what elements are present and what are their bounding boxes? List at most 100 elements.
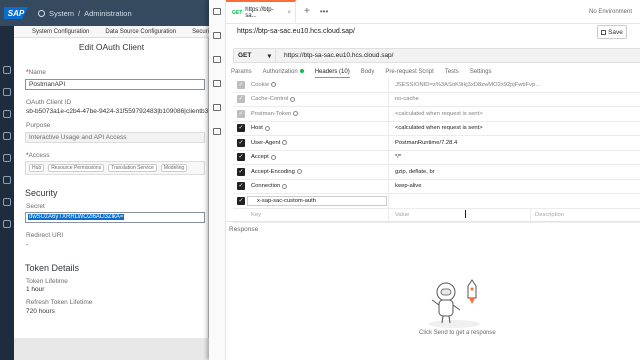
tab-body[interactable]: Body	[361, 69, 375, 78]
token-details-heading: Token Details	[25, 263, 80, 273]
info-icon[interactable]	[264, 125, 270, 131]
astronaut-illustration-icon	[428, 279, 480, 328]
header-key: User-Agent	[251, 139, 281, 146]
save-button[interactable]: Save	[597, 25, 627, 39]
info-icon[interactable]	[271, 82, 277, 88]
nav-stories-icon[interactable]	[3, 110, 11, 118]
tab-data-source-configuration[interactable]: Data Source Configuration	[105, 29, 176, 35]
nav-files-icon[interactable]	[3, 88, 11, 96]
scope-token[interactable]: Hub	[29, 164, 45, 172]
row-checkbox[interactable]: ✓	[237, 196, 245, 205]
method-select[interactable]: GET ▾	[234, 49, 276, 62]
home-icon[interactable]	[38, 9, 45, 17]
name-label: Name	[26, 69, 46, 76]
header-value: <calculated when request is sent>	[395, 110, 483, 117]
info-icon[interactable]	[296, 169, 302, 175]
description-input[interactable]: Description	[535, 212, 564, 218]
info-icon[interactable]	[282, 140, 288, 146]
nav-home-icon[interactable]	[3, 66, 11, 74]
request-tab[interactable]: GET https://btp-sa... ×	[226, 0, 296, 24]
more-icon[interactable]: •••	[320, 7, 328, 16]
scope-token[interactable]: Resource Permissions	[48, 164, 105, 172]
row-checkbox[interactable]: ✓	[237, 182, 245, 191]
breadcrumb-system[interactable]: System	[49, 9, 74, 18]
tab-system-configuration[interactable]: System Configuration	[32, 29, 89, 35]
nav-planning-icon[interactable]	[3, 154, 11, 162]
info-icon[interactable]	[270, 154, 276, 160]
header-value: no-cache	[395, 96, 419, 103]
response-divider	[226, 221, 640, 222]
admin-tabs: System Configuration Data Source Configu…	[14, 26, 214, 38]
dialog-footer	[14, 338, 209, 360]
nav-data-icon[interactable]	[3, 198, 11, 206]
tab-headers[interactable]: Headers (10)	[314, 69, 350, 78]
row-checkbox[interactable]: ✓	[237, 80, 245, 89]
name-input[interactable]: PostmanAPI	[25, 79, 205, 90]
row-checkbox[interactable]: ✓	[237, 153, 245, 162]
tab-security[interactable]: Securi	[192, 29, 209, 35]
row-checkbox[interactable]: ✓	[237, 109, 245, 118]
mock-servers-icon[interactable]	[213, 80, 221, 87]
tab-params[interactable]: Params	[231, 69, 252, 78]
secret-field[interactable]: dwSUzA6yTXRRLWO2l6ALl3ZlkA=	[25, 212, 205, 223]
token-lifetime-value: 1 hour	[26, 286, 45, 293]
redirect-uri-label: Redirect URI	[26, 232, 64, 239]
purpose-select[interactable]: Interactive Usage and API Access	[25, 132, 205, 143]
save-label: Save	[608, 28, 623, 36]
table-row: ✓ Cookie JSESSIONID=s%3ASoK9ikj3xD8zwMO2x9…	[233, 78, 640, 93]
breadcrumb: System / Administration	[38, 9, 132, 18]
header-key: Cache-Control	[251, 96, 289, 103]
apis-icon[interactable]	[213, 32, 221, 39]
sap-logo: SAP	[4, 7, 28, 19]
header-value: PostmanRuntime/7.28.4	[395, 139, 458, 146]
scope-token[interactable]: Modeling	[160, 164, 188, 172]
secret-selected-text: dwSUzA6yTXRRLWO2l6ALl3ZlkA=	[28, 214, 125, 220]
table-row: ✓ Host <calculated when request is sent>	[233, 121, 640, 136]
header-key: Postman-Token	[251, 110, 292, 117]
header-key: x-sap-sac-custom-auth	[257, 197, 316, 204]
tab-label: https://btp-sa...	[245, 6, 274, 19]
environments-icon[interactable]	[213, 56, 221, 63]
row-checkbox[interactable]: ✓	[237, 167, 245, 176]
history-icon[interactable]	[213, 128, 221, 135]
value-input[interactable]: Value	[395, 212, 540, 218]
edit-oauth-client-dialog: Edit OAuth Client Name PostmanAPI OAuth …	[14, 38, 209, 338]
header-key: Host	[251, 125, 263, 132]
redirect-uri-value: -	[26, 241, 29, 248]
nav-analytics-icon[interactable]	[3, 132, 11, 140]
environment-selector[interactable]: No Environment	[585, 4, 640, 20]
table-row: ✓ x-sap-sac-custom-auth	[233, 194, 640, 209]
new-tab-icon[interactable]: +	[304, 6, 310, 17]
nav-settings-icon[interactable]	[3, 220, 11, 228]
key-input[interactable]: Key	[251, 212, 261, 218]
info-icon[interactable]	[293, 111, 299, 117]
table-row: ✓ User-Agent PostmanRuntime/7.28.4	[233, 136, 640, 151]
url-input[interactable]: https://btp-sa-sac.eu10.hcs.cloud.sap/	[276, 52, 393, 59]
response-label: Response	[229, 226, 259, 233]
info-icon[interactable]	[290, 96, 296, 102]
row-checkbox[interactable]: ✓	[237, 138, 245, 147]
postman-sidebar	[209, 0, 226, 360]
collections-icon[interactable]	[213, 8, 221, 15]
header-key: Connection	[251, 183, 281, 190]
url-bar: GET ▾ https://btp-sa-sac.eu10.hcs.cloud.…	[233, 48, 640, 63]
tab-authorization[interactable]: Authorization	[263, 69, 304, 78]
access-scopes[interactable]: Hub Resource Permissions Translation Ser…	[25, 161, 205, 175]
header-value: keep-alive	[395, 183, 422, 190]
scope-token[interactable]: Translation Service	[108, 164, 157, 172]
request-name[interactable]: https://btp-sa-sac.eu10.hcs.cloud.sap/	[237, 28, 355, 35]
token-lifetime-label: Token Lifetime	[26, 278, 68, 285]
tab-pre-request-script[interactable]: Pre-request Script	[385, 69, 433, 78]
tab-settings[interactable]: Settings	[470, 69, 492, 78]
info-icon[interactable]	[282, 183, 288, 189]
close-icon[interactable]: ×	[287, 10, 291, 16]
access-label: Access	[26, 152, 50, 159]
nav-modeler-icon[interactable]	[3, 176, 11, 184]
postman-window: GET https://btp-sa... × + ••• No Environ…	[209, 0, 640, 360]
row-checkbox[interactable]: ✓	[237, 95, 245, 104]
row-checkbox[interactable]: ✓	[237, 124, 245, 133]
monitors-icon[interactable]	[213, 104, 221, 111]
table-row: ✓ Connection keep-alive	[233, 179, 640, 194]
tab-tests[interactable]: Tests	[445, 69, 459, 78]
breadcrumb-administration[interactable]: Administration	[84, 9, 132, 18]
